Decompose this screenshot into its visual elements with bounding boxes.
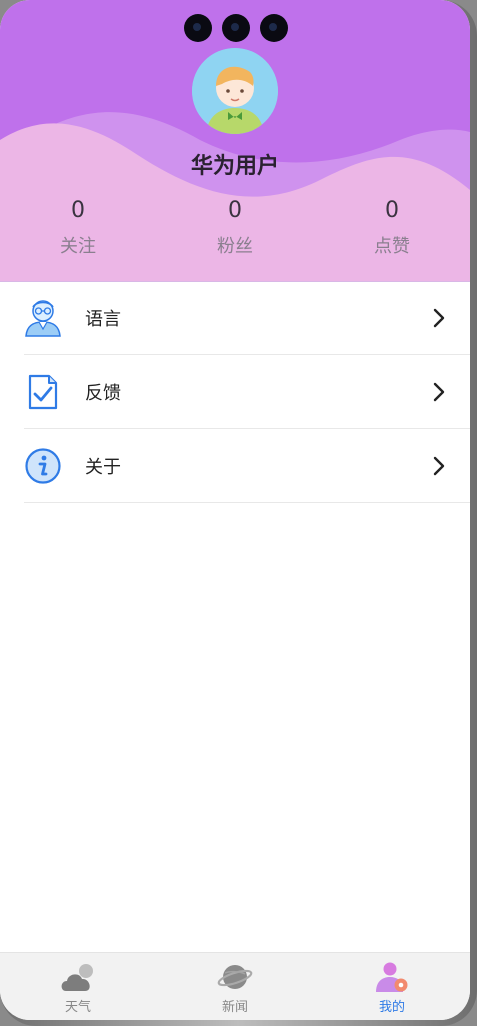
user-settings-icon bbox=[376, 962, 408, 992]
menu-item-label: 关于 bbox=[85, 457, 121, 478]
camera-lens bbox=[260, 14, 288, 42]
menu-item-about[interactable]: 关于 bbox=[24, 429, 470, 503]
tab-label: 新闻 bbox=[221, 1000, 248, 1015]
menu-item-label: 反馈 bbox=[85, 383, 121, 404]
user-glasses-icon bbox=[25, 300, 61, 337]
menu-item-language[interactable]: 语言 bbox=[24, 281, 470, 355]
stat-fans-label: 粉丝 bbox=[217, 236, 253, 257]
bottom-tab-bar: 天气 新闻 我的 bbox=[0, 952, 470, 1020]
camera-lens bbox=[222, 14, 250, 42]
camera-lens bbox=[184, 14, 212, 42]
tab-weather[interactable]: 天气 bbox=[23, 953, 133, 1020]
chevron-right-icon bbox=[433, 456, 445, 476]
tab-label: 天气 bbox=[64, 1000, 91, 1015]
chevron-right-icon bbox=[433, 308, 445, 328]
checklist-document-icon bbox=[28, 374, 58, 410]
stat-likes-label: 点赞 bbox=[374, 236, 410, 257]
info-icon bbox=[25, 448, 61, 484]
stat-fans-value: 0 bbox=[228, 198, 242, 223]
camera-cutouts bbox=[184, 14, 288, 42]
cloud-icon bbox=[61, 964, 93, 991]
stat-fans[interactable]: 0 粉丝 bbox=[180, 196, 290, 258]
tab-mine[interactable]: 我的 bbox=[337, 953, 447, 1020]
username: 华为用户 bbox=[190, 154, 279, 179]
profile-header: 华为用户 0 关注 0 粉丝 0 点赞 bbox=[0, 0, 470, 282]
stat-following[interactable]: 0 关注 bbox=[23, 196, 133, 258]
avatar[interactable] bbox=[192, 48, 278, 134]
avatar-boy-icon bbox=[192, 48, 278, 134]
app-screen: 华为用户 0 关注 0 粉丝 0 点赞 语言 反馈 关于 天气 新闻 我的 bbox=[0, 0, 470, 1020]
profile-stats: 0 关注 0 粉丝 0 点赞 bbox=[0, 196, 470, 266]
tab-news[interactable]: 新闻 bbox=[180, 953, 290, 1020]
stat-following-label: 关注 bbox=[60, 236, 96, 257]
planet-icon bbox=[217, 965, 253, 989]
menu-item-label: 语言 bbox=[85, 309, 121, 330]
phone-frame: 华为用户 0 关注 0 粉丝 0 点赞 语言 反馈 关于 天气 新闻 我的 bbox=[0, 0, 477, 1026]
stat-following-value: 0 bbox=[71, 198, 85, 223]
settings-menu: 语言 反馈 关于 bbox=[0, 281, 470, 503]
stat-likes-value: 0 bbox=[385, 198, 399, 223]
tab-label: 我的 bbox=[378, 1000, 405, 1015]
menu-item-feedback[interactable]: 反馈 bbox=[24, 355, 470, 429]
stat-likes[interactable]: 0 点赞 bbox=[337, 196, 447, 258]
chevron-right-icon bbox=[433, 382, 445, 402]
